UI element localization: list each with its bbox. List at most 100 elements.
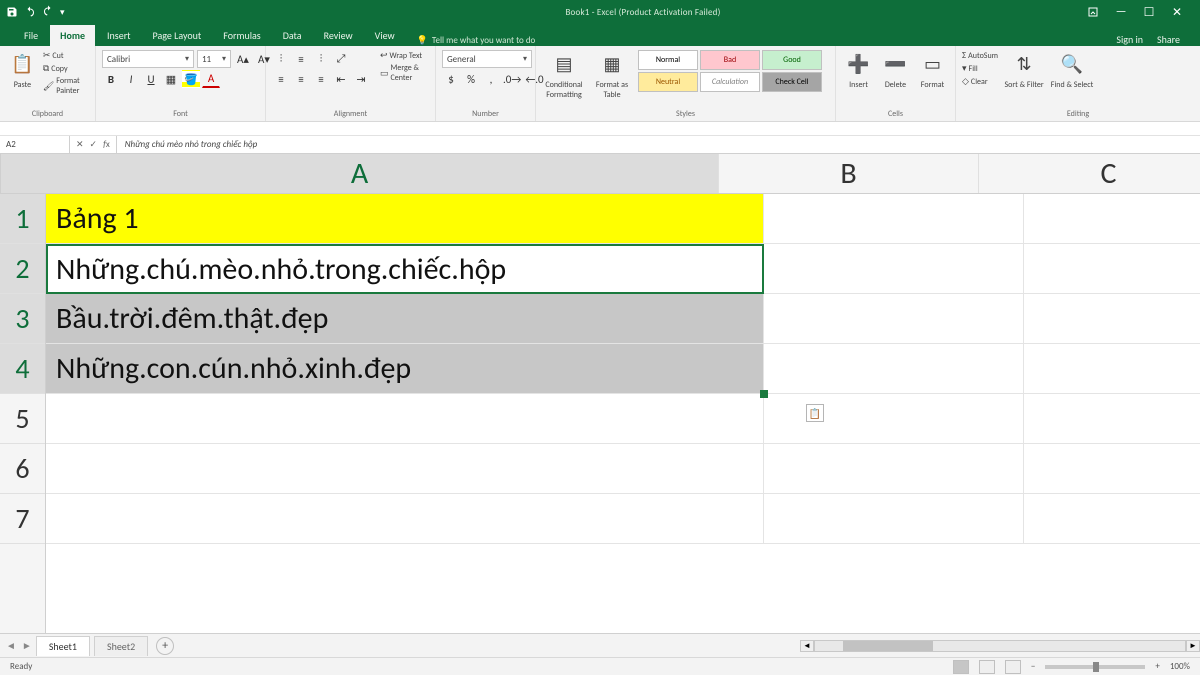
cell-a2[interactable]: Những.chú.mèo.nhỏ.trong.chiếc.hộp bbox=[46, 244, 764, 294]
align-top-button[interactable]: ⫶ bbox=[272, 50, 290, 68]
paste-button[interactable]: 📋Paste bbox=[6, 50, 39, 90]
row-header-2[interactable]: 2 bbox=[0, 244, 45, 294]
cell-a4[interactable]: Những.con.cún.nhỏ.xinh.đẹp bbox=[46, 344, 764, 394]
redo-icon[interactable] bbox=[42, 5, 54, 20]
row-header-5[interactable]: 5 bbox=[0, 394, 45, 444]
sheet-nav-prev[interactable]: ◄ bbox=[0, 639, 22, 652]
cell-b2[interactable] bbox=[764, 244, 1024, 294]
cell-b7[interactable] bbox=[764, 494, 1024, 544]
cell-a1[interactable]: Bảng 1 bbox=[46, 194, 764, 244]
minimize-icon[interactable]: — bbox=[1114, 5, 1128, 19]
underline-button[interactable]: U bbox=[142, 70, 160, 88]
fill-handle[interactable] bbox=[760, 390, 768, 398]
format-cells-button[interactable]: ▭Format bbox=[916, 50, 949, 90]
style-neutral[interactable]: Neutral bbox=[638, 72, 698, 92]
cell-b6[interactable] bbox=[764, 444, 1024, 494]
conditional-formatting-button[interactable]: ▤Conditional Formatting bbox=[542, 50, 586, 100]
style-good[interactable]: Good bbox=[762, 50, 822, 70]
undo-icon[interactable] bbox=[24, 6, 36, 18]
add-sheet-button[interactable]: + bbox=[156, 637, 174, 655]
autosum-button[interactable]: ΣAutoSum bbox=[962, 50, 998, 61]
align-center-button[interactable]: ≡ bbox=[292, 70, 310, 88]
tab-review[interactable]: Review bbox=[314, 25, 363, 46]
ribbon-options-icon[interactable] bbox=[1086, 5, 1100, 19]
close-icon[interactable]: ✕ bbox=[1170, 5, 1184, 19]
zoom-in-button[interactable]: + bbox=[1155, 661, 1159, 672]
cell-c7[interactable] bbox=[1024, 494, 1200, 544]
share-button[interactable]: Share bbox=[1157, 33, 1180, 46]
cell-b5[interactable] bbox=[764, 394, 1024, 444]
comma-button[interactable]: , bbox=[482, 70, 500, 88]
insert-cells-button[interactable]: ➕Insert bbox=[842, 50, 875, 90]
align-right-button[interactable]: ≡ bbox=[312, 70, 330, 88]
tab-insert[interactable]: Insert bbox=[97, 25, 141, 46]
fill-color-button[interactable]: 🪣 bbox=[182, 70, 200, 88]
tab-page-layout[interactable]: Page Layout bbox=[143, 25, 212, 46]
scroll-right-icon[interactable]: ► bbox=[1186, 640, 1200, 652]
style-calculation[interactable]: Calculation bbox=[700, 72, 760, 92]
copy-button[interactable]: ⧉Copy bbox=[43, 63, 89, 74]
italic-button[interactable]: I bbox=[122, 70, 140, 88]
cut-button[interactable]: ✂Cut bbox=[43, 50, 89, 61]
cell-c1[interactable] bbox=[1024, 194, 1200, 244]
fill-button[interactable]: ▾Fill bbox=[962, 63, 998, 74]
format-painter-button[interactable]: 🖌Format Painter bbox=[43, 76, 89, 96]
enter-formula-icon[interactable]: ✓ bbox=[90, 139, 98, 150]
indent-decrease-button[interactable]: ⇤ bbox=[332, 70, 350, 88]
tab-data[interactable]: Data bbox=[273, 25, 312, 46]
sort-filter-button[interactable]: ⇅Sort & Filter bbox=[1002, 50, 1046, 90]
orientation-button[interactable]: ⤢ bbox=[332, 50, 350, 68]
cell-a5[interactable] bbox=[46, 394, 764, 444]
view-normal-button[interactable] bbox=[953, 660, 969, 674]
increase-font-button[interactable]: A▴ bbox=[234, 50, 252, 68]
save-icon[interactable] bbox=[6, 6, 18, 18]
style-bad[interactable]: Bad bbox=[700, 50, 760, 70]
formula-input[interactable]: Những chú mèo nhỏ trong chiếc hộp bbox=[117, 139, 1200, 150]
zoom-slider[interactable] bbox=[1045, 665, 1145, 669]
wrap-text-button[interactable]: ↩Wrap Text bbox=[380, 50, 429, 61]
horizontal-scrollbar[interactable]: ◄ ► bbox=[800, 639, 1200, 653]
cell-styles-gallery[interactable]: Normal Bad Good Neutral Calculation Chec… bbox=[638, 50, 822, 92]
maximize-icon[interactable]: ☐ bbox=[1142, 5, 1156, 19]
qat-customize-icon[interactable]: ▾ bbox=[60, 7, 65, 18]
cell-c4[interactable] bbox=[1024, 344, 1200, 394]
sheet-tab-2[interactable]: Sheet2 bbox=[94, 636, 148, 656]
cell-b4[interactable] bbox=[764, 344, 1024, 394]
font-size-dropdown[interactable]: 11 bbox=[197, 50, 231, 68]
format-as-table-button[interactable]: ▦Format as Table bbox=[590, 50, 634, 100]
row-header-1[interactable]: 1 bbox=[0, 194, 45, 244]
tab-home[interactable]: Home bbox=[50, 25, 95, 46]
tab-view[interactable]: View bbox=[365, 25, 405, 46]
font-color-button[interactable]: A bbox=[202, 70, 220, 88]
cell-a3[interactable]: Bầu.trời.đêm.thật.đẹp bbox=[46, 294, 764, 344]
percent-button[interactable]: % bbox=[462, 70, 480, 88]
find-select-button[interactable]: 🔍Find & Select bbox=[1050, 50, 1094, 90]
cell-b3[interactable] bbox=[764, 294, 1024, 344]
name-box[interactable]: A2 bbox=[0, 136, 70, 153]
fx-icon[interactable]: fx bbox=[103, 139, 110, 150]
cell-c2[interactable] bbox=[1024, 244, 1200, 294]
zoom-level[interactable]: 100% bbox=[1170, 661, 1190, 672]
bold-button[interactable]: B bbox=[102, 70, 120, 88]
indent-increase-button[interactable]: ⇥ bbox=[352, 70, 370, 88]
cell-b1[interactable] bbox=[764, 194, 1024, 244]
column-header-c[interactable]: C bbox=[979, 154, 1200, 193]
cancel-formula-icon[interactable]: ✕ bbox=[76, 139, 84, 150]
cell-c5[interactable] bbox=[1024, 394, 1200, 444]
tab-file[interactable]: File bbox=[14, 25, 48, 46]
align-left-button[interactable]: ≡ bbox=[272, 70, 290, 88]
paste-options-button[interactable]: 📋 bbox=[806, 404, 824, 422]
clear-button[interactable]: ◇Clear bbox=[962, 76, 998, 87]
cell-a7[interactable] bbox=[46, 494, 764, 544]
tell-me-search[interactable]: 💡Tell me what you want to do bbox=[417, 35, 536, 46]
row-header-4[interactable]: 4 bbox=[0, 344, 45, 394]
font-name-dropdown[interactable]: Calibri bbox=[102, 50, 194, 68]
cell-a6[interactable] bbox=[46, 444, 764, 494]
view-page-break-button[interactable] bbox=[1005, 660, 1021, 674]
delete-cells-button[interactable]: ➖Delete bbox=[879, 50, 912, 90]
row-header-7[interactable]: 7 bbox=[0, 494, 45, 544]
sheet-nav-next[interactable]: ► bbox=[22, 639, 32, 652]
style-normal[interactable]: Normal bbox=[638, 50, 698, 70]
currency-button[interactable]: $ bbox=[442, 70, 460, 88]
merge-center-button[interactable]: ▭Merge & Center bbox=[380, 63, 429, 83]
